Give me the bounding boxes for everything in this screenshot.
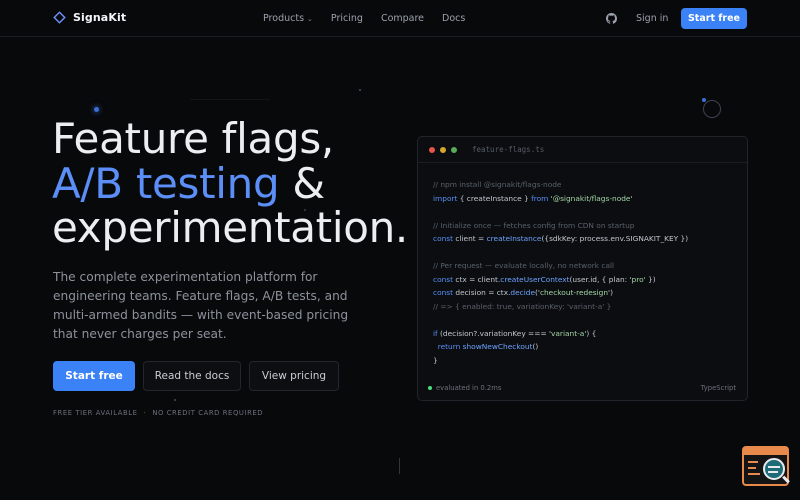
sign-in-link[interactable]: Sign in — [636, 13, 668, 24]
trust-item: FREE TIER AVAILABLE — [53, 409, 138, 417]
code-language-label: TypeScript — [700, 384, 736, 392]
bg-line — [399, 458, 400, 474]
code-comment: // => { enabled: true, variationKey: 'va… — [433, 301, 612, 311]
bg-glow-dot — [702, 98, 706, 102]
hero-cta-row: Start free Read the docs View pricing — [53, 361, 339, 391]
code-function: createInstance — [486, 234, 542, 243]
hero-title-line1: Feature flags, — [52, 114, 334, 163]
code-keyword: const — [433, 288, 454, 297]
code-function: showNewCheckout — [460, 342, 533, 351]
hero-title-accent: A/B testing — [52, 158, 280, 208]
bg-speck — [359, 89, 361, 91]
hero-subtitle: The complete experimentation platform fo… — [53, 270, 349, 341]
code-block: // npm install @signakit/flags-node impo… — [433, 178, 688, 367]
traffic-light-green-icon — [451, 146, 457, 153]
view-pricing-button[interactable]: View pricing — [249, 361, 339, 391]
top-nav: SignaKit Products ⌄ Pricing Compare Docs… — [0, 0, 800, 37]
code-keyword: from — [531, 193, 549, 203]
code-filename: feature-flags.ts — [472, 145, 545, 154]
lens-line — [768, 471, 778, 473]
bg-ring — [703, 100, 721, 118]
start-free-button[interactable]: Start free — [53, 361, 135, 391]
nav-links: Products ⌄ Pricing Compare Docs — [263, 13, 465, 24]
trust-item: NO CREDIT CARD REQUIRED — [152, 409, 264, 417]
widget-line — [748, 473, 760, 475]
hero-title: Feature flags, A/B testing & experimenta… — [52, 114, 432, 252]
github-icon[interactable] — [606, 13, 617, 24]
code-text: (decision?.variationKey === — [437, 328, 549, 338]
code-keyword: import — [433, 193, 458, 203]
status-dot-icon — [428, 386, 432, 390]
bg-line — [190, 99, 270, 100]
diamond-logo-icon — [53, 11, 66, 24]
code-text: ({sdkKey: process.env.SIGNAKIT_KEY }) — [541, 234, 689, 243]
nav-start-free-button[interactable]: Start free — [681, 8, 747, 29]
code-text: ctx = client. — [453, 274, 501, 284]
code-text: client = — [453, 234, 487, 243]
eval-status-text: evaluated in 0.2ms — [436, 384, 502, 392]
chevron-down-icon: ⌄ — [307, 14, 313, 23]
traffic-light-red-icon — [429, 146, 435, 153]
bg-speck — [174, 399, 176, 401]
read-docs-button[interactable]: Read the docs — [143, 361, 241, 391]
code-function: decide — [510, 288, 536, 297]
code-string: 'variant-a' — [548, 328, 587, 338]
brand-logo[interactable]: SignaKit — [53, 11, 126, 24]
code-keyword: const — [433, 234, 454, 243]
brand-name: SignaKit — [73, 11, 127, 24]
magnifier-handle-icon — [782, 475, 790, 484]
code-text: }) — [645, 274, 656, 284]
code-comment: // Initialize once — fetches config from… — [433, 220, 635, 230]
nav-item-pricing[interactable]: Pricing — [331, 13, 363, 24]
code-keyword: const — [433, 274, 454, 284]
code-string: 'checkout-redesign' — [537, 288, 611, 297]
code-text: ) — [610, 288, 613, 297]
code-text: ) { — [586, 328, 597, 338]
nav-item-label: Products — [263, 13, 305, 24]
widget-line — [748, 467, 756, 469]
code-sample-card: feature-flags.ts // npm install @signaki… — [417, 136, 748, 401]
code-text: decision = ctx. — [453, 288, 511, 297]
code-card-header: feature-flags.ts — [418, 137, 747, 163]
nav-item-products[interactable]: Products ⌄ — [263, 13, 313, 24]
code-keyword: return — [433, 342, 461, 351]
trust-separator: · — [143, 409, 147, 417]
hero-title-line3: experimentation. — [52, 203, 408, 252]
trust-line: FREE TIER AVAILABLE · NO CREDIT CARD REQUI… — [53, 409, 263, 417]
code-comment: // npm install @signakit/flags-node — [433, 180, 562, 189]
code-text: } — [433, 355, 438, 365]
inspector-widget-icon[interactable] — [742, 446, 790, 486]
hero-title-line2-rest: & — [279, 158, 325, 208]
bg-glow-dot — [94, 107, 99, 112]
widget-line — [748, 461, 758, 463]
traffic-light-yellow-icon — [440, 146, 446, 153]
code-string: '@signakit/flags-node' — [548, 193, 633, 203]
eval-status: evaluated in 0.2ms — [428, 384, 501, 392]
code-string: 'pro' — [629, 274, 646, 284]
code-text: { createInstance } — [457, 193, 532, 203]
nav-item-compare[interactable]: Compare — [381, 13, 424, 24]
code-comment: // Per request — evaluate locally, no ne… — [433, 261, 615, 270]
code-card-footer: evaluated in 0.2ms TypeScript — [428, 382, 736, 394]
code-function: createUserContext — [500, 274, 570, 284]
nav-item-docs[interactable]: Docs — [442, 13, 465, 24]
widget-title-bar — [744, 448, 787, 455]
code-text: (user.id, { plan: — [569, 274, 630, 284]
lens-line — [768, 466, 780, 468]
code-text: () — [532, 342, 539, 351]
